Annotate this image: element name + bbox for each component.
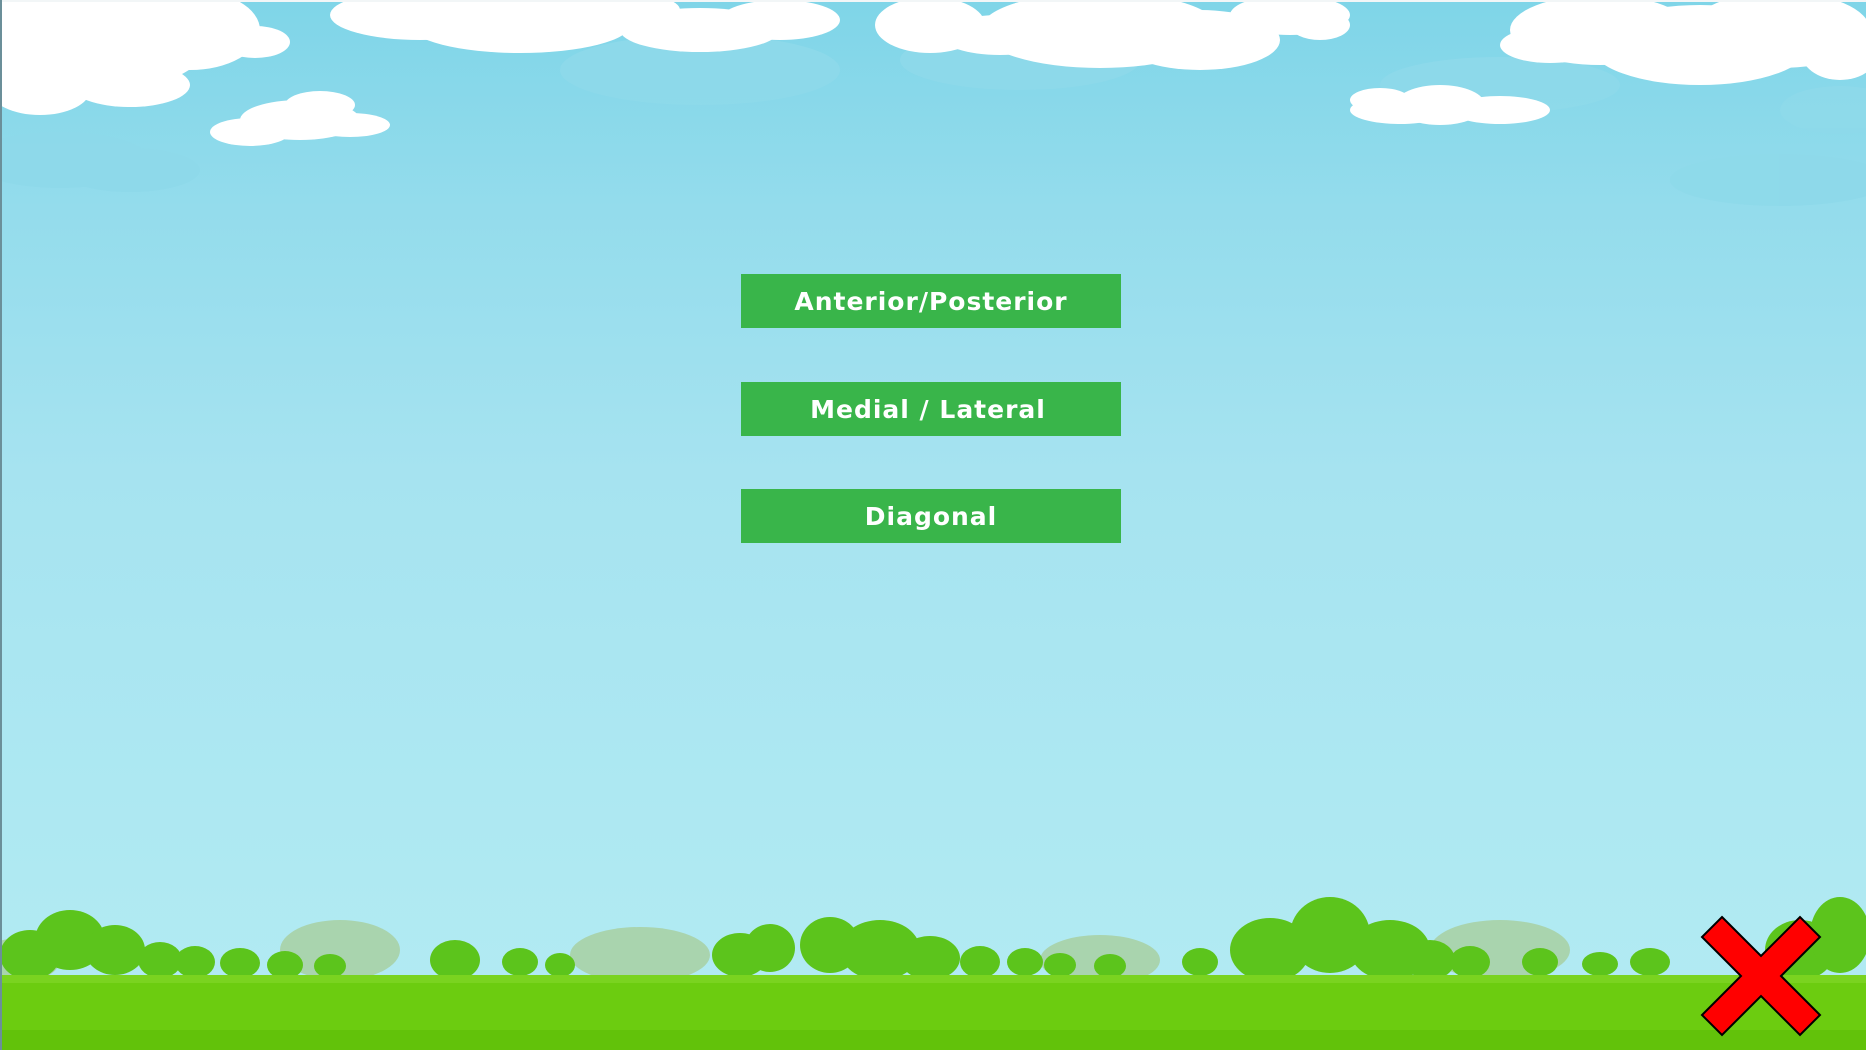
tree-line <box>0 897 1866 982</box>
diagonal-button[interactable]: Diagonal <box>741 489 1121 543</box>
medial-lateral-button[interactable]: Medial / Lateral <box>741 382 1121 436</box>
window-left-border <box>0 0 2 1050</box>
close-button[interactable] <box>1700 915 1822 1037</box>
window-top-border <box>0 0 1866 2</box>
game-scene: Anterior/Posterior Medial / Lateral Diag… <box>0 0 1866 1050</box>
close-x-icon <box>1700 915 1822 1037</box>
anterior-posterior-button[interactable]: Anterior/Posterior <box>741 274 1121 328</box>
